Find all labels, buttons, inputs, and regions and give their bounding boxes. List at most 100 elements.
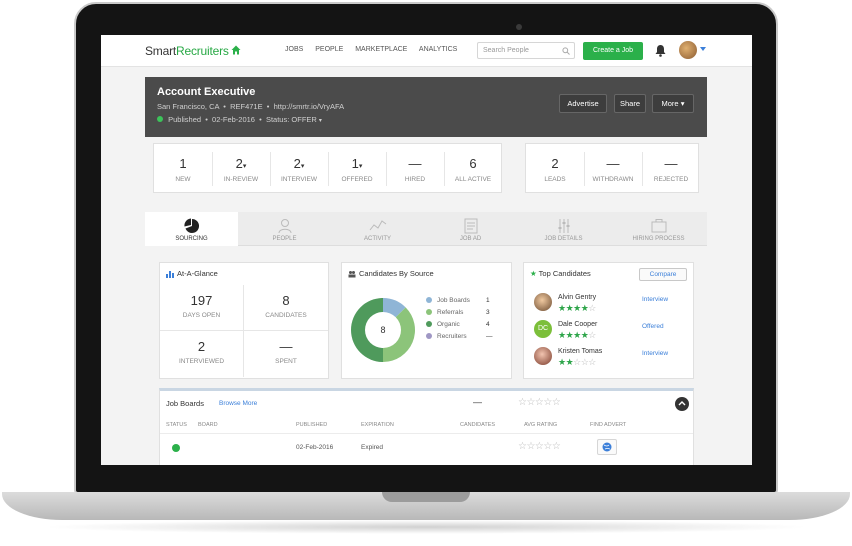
tab-label: Job Ad bbox=[459, 236, 482, 242]
column-expiration: Expiration bbox=[361, 422, 394, 428]
more-button[interactable]: More ▾ bbox=[652, 94, 694, 113]
candidate-status[interactable]: Offered bbox=[642, 323, 664, 330]
user-avatar[interactable] bbox=[679, 41, 697, 59]
legend-swatch bbox=[426, 333, 432, 340]
stat-offered[interactable]: 1▾ Offered bbox=[328, 144, 386, 194]
tab-people[interactable]: People bbox=[238, 212, 331, 246]
chevron-up-icon bbox=[678, 401, 686, 406]
job-header: Account Executive San Francisco, CA • RE… bbox=[145, 77, 707, 137]
job-meta: San Francisco, CA • REF471E • http://smr… bbox=[157, 102, 345, 111]
stat-hired[interactable]: — Hired bbox=[386, 144, 444, 194]
candidate-rating: ★★★★☆ bbox=[558, 330, 596, 340]
column-status: Status bbox=[166, 422, 187, 428]
create-job-button[interactable]: Create a Job bbox=[583, 42, 643, 60]
stat-label: Leads bbox=[544, 176, 566, 183]
legend-swatch bbox=[426, 297, 432, 304]
status-dropdown[interactable]: Status: OFFER bbox=[266, 115, 317, 124]
boards-avg-rating: ☆☆☆☆☆ bbox=[518, 397, 561, 408]
person-icon bbox=[278, 219, 291, 234]
browse-more-link[interactable]: Browse More bbox=[219, 400, 257, 407]
stat-value: 6 bbox=[469, 156, 477, 171]
app-logo[interactable]: SmartRecruiters bbox=[145, 44, 229, 58]
board-status-dot bbox=[172, 444, 180, 452]
candidate-name[interactable]: Dale Cooper bbox=[558, 321, 597, 328]
laptop-notch bbox=[382, 492, 470, 502]
stat-value: 2▾ bbox=[293, 156, 305, 171]
board-rating: ☆☆☆☆☆ bbox=[518, 441, 561, 452]
candidate-avatar bbox=[534, 293, 552, 311]
source-donut-chart: 8 bbox=[351, 298, 415, 362]
published-dot bbox=[157, 116, 163, 122]
legend-value: 4 bbox=[486, 321, 490, 328]
bell-icon[interactable] bbox=[655, 44, 666, 57]
stat-interview[interactable]: 2▾ Interview bbox=[270, 144, 328, 194]
chevron-down-icon: ▾ bbox=[318, 118, 322, 124]
legend-label: Referrals bbox=[437, 309, 464, 316]
tab-hiring-process[interactable]: Hiring Process bbox=[610, 212, 707, 246]
board-published-date: 02-Feb-2016 bbox=[296, 444, 334, 451]
search-input[interactable]: Search People bbox=[477, 42, 575, 59]
stat-label: Interview bbox=[281, 176, 317, 183]
tab-job-ad[interactable]: Job Ad bbox=[424, 212, 517, 246]
compare-button[interactable]: Compare bbox=[639, 268, 687, 281]
glance-days-open: 197 Days Open bbox=[160, 285, 244, 331]
screen: SmartRecruiters Jobs People Marketplace … bbox=[101, 35, 752, 465]
nav-link-people[interactable]: People bbox=[315, 46, 343, 53]
candidate-avatar bbox=[534, 347, 552, 365]
glance-value: 2 bbox=[197, 339, 206, 354]
tab-activity[interactable]: Activity bbox=[331, 212, 424, 246]
star-icon: ★ bbox=[530, 269, 539, 278]
board-expiration: Expired bbox=[361, 444, 384, 451]
camera bbox=[516, 24, 522, 30]
column-avg-rating: Avg Rating bbox=[524, 422, 558, 428]
find-advert-button[interactable] bbox=[597, 439, 617, 455]
briefcase-icon bbox=[651, 219, 666, 233]
stat-withdrawn[interactable]: — Withdrawn bbox=[584, 144, 642, 194]
bar-chart-icon bbox=[166, 271, 174, 279]
candidate-row[interactable]: Alvin Gentry ★★★★☆ Interview bbox=[534, 293, 684, 315]
tab-job-details[interactable]: Job Details bbox=[517, 212, 610, 246]
divider bbox=[160, 433, 693, 434]
candidate-row[interactable]: DC Dale Cooper ★★★★☆ Offered bbox=[534, 320, 684, 342]
legend-organic: Organic 4 bbox=[426, 321, 490, 328]
search-placeholder: Search People bbox=[483, 47, 529, 54]
nav-link-analytics[interactable]: Analytics bbox=[419, 46, 457, 53]
stat-label: In-Review bbox=[223, 176, 259, 183]
job-boards-title: Job Boards bbox=[166, 399, 204, 408]
stat-new[interactable]: 1 New bbox=[154, 144, 212, 194]
tab-label: People bbox=[272, 236, 297, 242]
nav-link-jobs[interactable]: Jobs bbox=[285, 46, 303, 53]
tab-sourcing[interactable]: Sourcing bbox=[145, 212, 238, 246]
stat-in-review[interactable]: 2▾ In-Review bbox=[212, 144, 270, 194]
share-button[interactable]: Share bbox=[614, 94, 646, 113]
job-title: Account Executive bbox=[157, 86, 256, 98]
legend-label: Organic bbox=[437, 321, 460, 328]
candidate-name[interactable]: Alvin Gentry bbox=[558, 294, 596, 301]
stat-all-active[interactable]: 6 All Active bbox=[444, 144, 502, 194]
home-icon[interactable] bbox=[231, 45, 241, 55]
pie-chart-icon bbox=[183, 218, 199, 233]
collapse-button[interactable] bbox=[675, 397, 689, 411]
stat-value: — bbox=[606, 156, 620, 171]
document-icon bbox=[464, 218, 477, 234]
chevron-down-icon: ▾ bbox=[678, 99, 685, 108]
job-status-line: Published • 02-Feb-2016 • Status: OFFER … bbox=[157, 115, 322, 124]
at-a-glance-panel: At-A-Glance 197 Days Open 8 Candidates 2 In… bbox=[159, 262, 329, 379]
chevron-down-icon[interactable] bbox=[700, 47, 706, 51]
stat-leads[interactable]: 2 Leads bbox=[526, 144, 584, 194]
globe-icon bbox=[602, 442, 612, 452]
candidate-status[interactable]: Interview bbox=[642, 296, 668, 303]
stat-value: 2 bbox=[551, 156, 559, 171]
stat-rejected[interactable]: — Rejected bbox=[642, 144, 700, 194]
stat-label: Offered bbox=[341, 176, 373, 183]
job-location: San Francisco, CA bbox=[157, 102, 220, 111]
job-url[interactable]: http://smrtr.io/VryAFA bbox=[274, 102, 345, 111]
candidate-status[interactable]: Interview bbox=[642, 350, 668, 357]
candidate-name[interactable]: Kristen Tomas bbox=[558, 348, 602, 355]
glance-label: Spent bbox=[275, 358, 297, 365]
candidate-row[interactable]: Kristen Tomas ★★☆☆☆ Interview bbox=[534, 347, 684, 369]
pipeline-stats-extra: 2 Leads — Withdrawn — Rejected bbox=[525, 143, 699, 193]
nav-link-marketplace[interactable]: Marketplace bbox=[355, 46, 407, 53]
stat-label: Withdrawn bbox=[592, 176, 634, 183]
advertise-button[interactable]: Advertise bbox=[559, 94, 607, 113]
